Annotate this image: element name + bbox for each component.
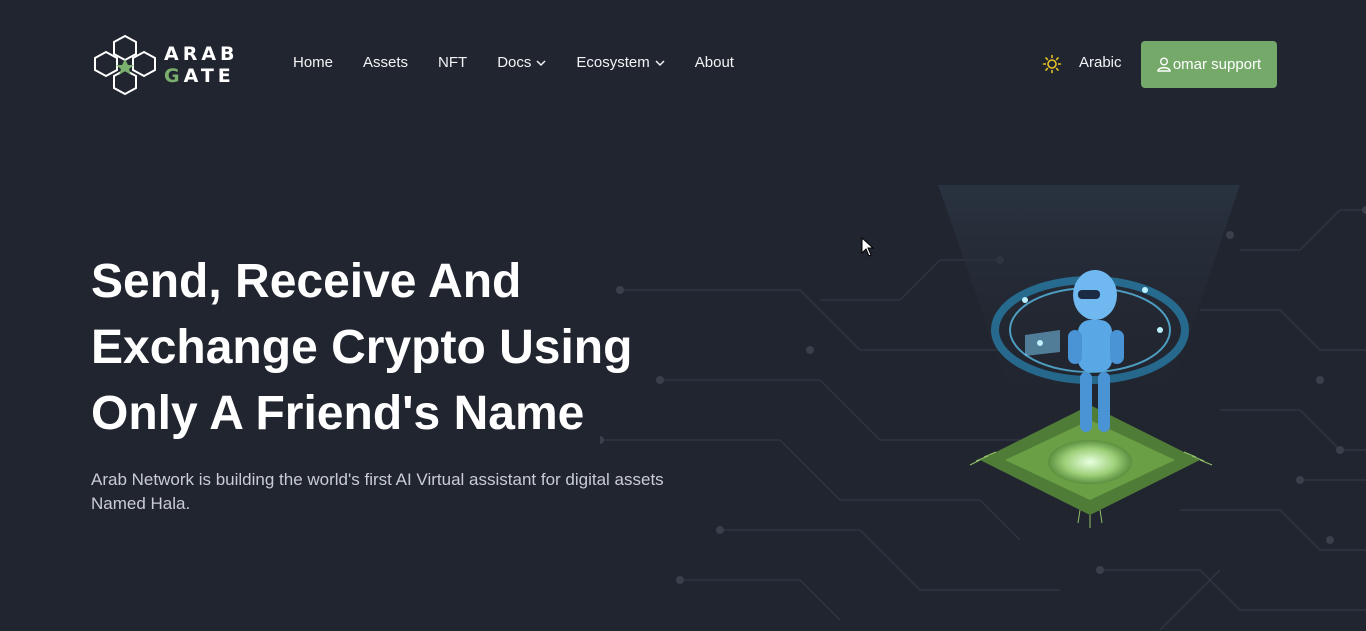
- user-icon: [1157, 57, 1171, 72]
- brand-logo[interactable]: ARAB GATE: [92, 30, 242, 100]
- nav-item-label: Docs: [497, 54, 532, 71]
- brand-wordmark-line2: GATE: [164, 65, 239, 87]
- nav-item-label: About: [694, 54, 734, 71]
- brand-wordmark-ate: ATE: [183, 65, 235, 87]
- main-nav: Home Assets NFT Docs Ecosystem About: [293, 54, 764, 71]
- chevron-down-icon: [536, 59, 546, 66]
- nav-item-assets[interactable]: Assets: [363, 54, 408, 71]
- site-header: ARAB GATE Home Assets NFT Docs Ecosystem…: [0, 0, 1366, 128]
- nav-item-label: NFT: [438, 54, 468, 71]
- support-button-label: omar support: [1172, 56, 1262, 73]
- nav-item-label: Home: [293, 54, 334, 71]
- nav-item-label: Ecosystem: [576, 54, 650, 71]
- nav-item-nft[interactable]: NFT: [438, 54, 467, 71]
- hero-title: Send, Receive And Exchange Crypto Using …: [91, 255, 633, 440]
- hero-subtitle: Arab Network is building the world's fir…: [91, 470, 664, 513]
- language-switch[interactable]: Arabic: [1079, 54, 1122, 71]
- nav-item-about[interactable]: About: [695, 54, 734, 71]
- brand-wordmark-line1: ARAB: [164, 43, 239, 65]
- brand-wordmark-g: G: [164, 65, 184, 87]
- brand-wordmark: ARAB GATE: [164, 43, 239, 87]
- mouse-cursor-icon: [861, 237, 875, 257]
- sun-icon[interactable]: [1042, 54, 1062, 74]
- hexagon-cluster-logo-icon: [94, 34, 156, 96]
- chevron-down-icon: [655, 59, 665, 66]
- nav-item-label: Assets: [363, 54, 409, 71]
- nav-item-docs[interactable]: Docs: [497, 54, 546, 71]
- support-button[interactable]: omar support: [1141, 41, 1277, 88]
- ai-robot-illustration: [938, 185, 1240, 528]
- nav-item-ecosystem[interactable]: Ecosystem: [576, 54, 665, 71]
- nav-item-home[interactable]: Home: [293, 54, 333, 71]
